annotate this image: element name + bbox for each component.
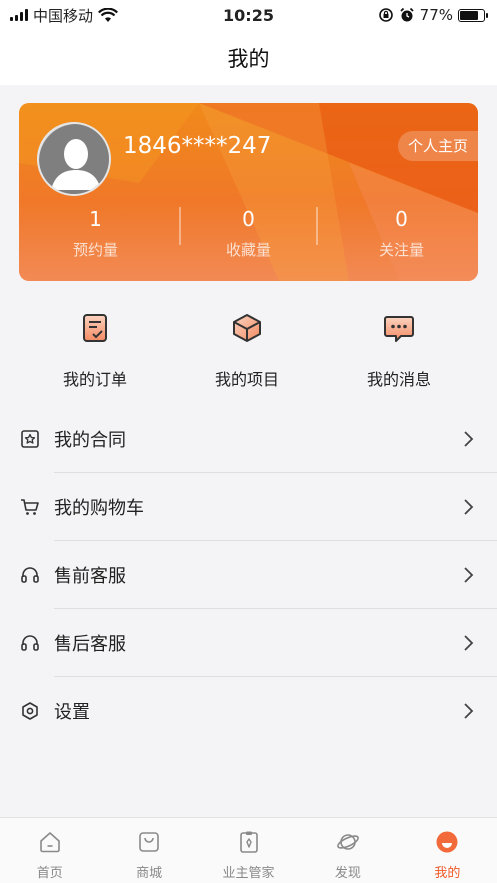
stat-follows[interactable]: 0 关注量 [325, 207, 478, 267]
chevron-right-icon [464, 567, 474, 583]
tab-home[interactable]: 首页 [0, 818, 99, 883]
avatar[interactable] [37, 122, 111, 196]
battery-icon [458, 8, 488, 22]
tab-shop[interactable]: 商城 [99, 818, 198, 883]
profile-card: 1846****247 个人主页 1 预约量 0 收藏量 0 关注量 [19, 103, 478, 281]
my-messages-button[interactable]: 我的消息 [323, 305, 475, 389]
contract-icon [21, 430, 39, 448]
stat-divider [316, 207, 318, 245]
order-icon [83, 314, 107, 342]
menu-item-label: 售后客服 [54, 634, 126, 655]
menu-item-presale-service[interactable]: 售前客服 [0, 541, 497, 609]
tab-mine[interactable]: 我的 [398, 818, 497, 883]
message-icon [384, 316, 414, 342]
settings-icon [22, 702, 38, 720]
nav-bar: 我的 [0, 30, 497, 85]
alarm-icon [400, 7, 414, 22]
stat-divider [179, 207, 181, 245]
tab-label: 商城 [136, 866, 163, 881]
stat-appointments[interactable]: 1 预约量 [19, 207, 172, 267]
chevron-right-icon [464, 431, 474, 447]
stat-value: 0 [242, 207, 255, 231]
chevron-right-icon [464, 703, 474, 719]
stat-label: 关注量 [378, 241, 424, 259]
tab-discover[interactable]: 发现 [298, 818, 397, 883]
quick-actions: 我的订单 我的项目 我的消息 [0, 305, 497, 389]
project-icon [233, 314, 261, 342]
shop-icon [139, 832, 159, 852]
tab-label: 业主管家 [222, 866, 275, 881]
chevron-right-icon [464, 635, 474, 651]
profile-stats: 1 预约量 0 收藏量 0 关注量 [19, 207, 478, 267]
menu-list: 我的合同 我的购物车 售前客服 售后客服 设置 [0, 405, 497, 745]
stat-label: 收藏量 [225, 241, 271, 259]
my-orders-button[interactable]: 我的订单 [19, 305, 171, 389]
butler-icon [239, 831, 258, 853]
rotation-lock-icon [378, 8, 393, 22]
stat-favorites[interactable]: 0 收藏量 [172, 207, 325, 267]
menu-item-label: 设置 [54, 702, 90, 723]
stat-value: 0 [395, 207, 408, 231]
tab-label: 首页 [36, 866, 63, 881]
menu-item-contract[interactable]: 我的合同 [0, 405, 497, 473]
tab-label: 发现 [334, 866, 361, 881]
tab-butler[interactable]: 业主管家 [199, 818, 298, 883]
tab-bar: 首页 商城 业主管家 发现 我的 [0, 817, 497, 883]
personal-homepage-button[interactable]: 个人主页 [397, 131, 478, 161]
my-projects-button[interactable]: 我的项目 [171, 305, 323, 389]
menu-item-settings[interactable]: 设置 [0, 677, 497, 745]
home-icon [39, 832, 60, 853]
battery-percent: 77% [419, 6, 453, 24]
cart-icon [21, 499, 39, 515]
menu-item-aftersale-service[interactable]: 售后客服 [0, 609, 497, 677]
planet-icon [337, 834, 359, 850]
menu-item-cart[interactable]: 我的购物车 [0, 473, 497, 541]
stat-value: 1 [89, 207, 102, 231]
status-bar: 中国移动 10:25 77% [0, 0, 497, 30]
menu-item-label: 我的合同 [54, 430, 126, 451]
quick-action-label: 我的消息 [366, 370, 431, 389]
page-title: 我的 [227, 46, 270, 71]
signal-icon [10, 9, 28, 21]
menu-item-label: 售前客服 [54, 566, 126, 587]
headset-icon [21, 567, 39, 583]
tab-label: 我的 [434, 866, 461, 881]
menu-item-label: 我的购物车 [54, 498, 144, 519]
user-phone: 1846****247 [123, 133, 272, 159]
chevron-right-icon [464, 499, 474, 515]
quick-action-label: 我的订单 [62, 370, 127, 389]
headset-icon [21, 635, 39, 651]
smile-icon [436, 831, 458, 853]
carrier-label: 中国移动 [33, 6, 94, 25]
quick-action-label: 我的项目 [214, 370, 279, 389]
stat-label: 预约量 [72, 241, 118, 259]
wifi-icon [98, 7, 118, 22]
